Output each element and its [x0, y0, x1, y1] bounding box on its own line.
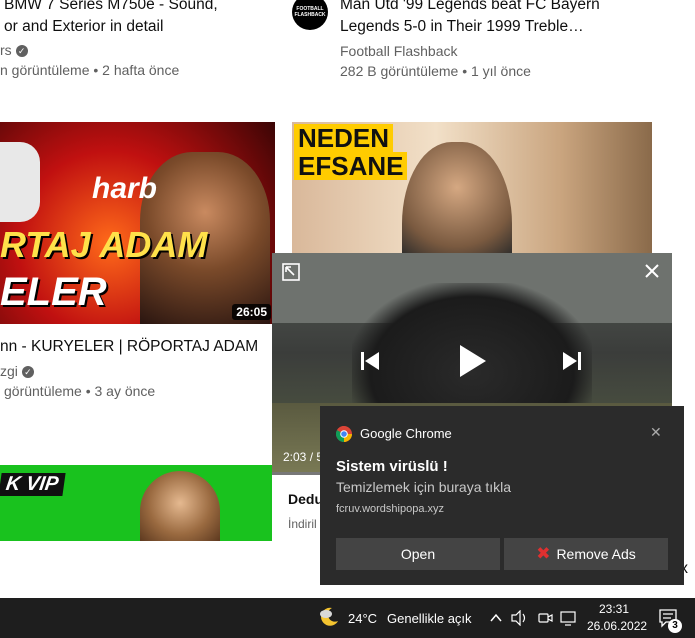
clock-date[interactable]: 26.06.2022: [587, 619, 647, 633]
video-meta: 282 B görüntüleme • 1 yıl önce: [340, 63, 531, 79]
thumbnail-helmet: [0, 142, 40, 222]
play-icon[interactable]: [458, 345, 488, 377]
channel-name[interactable]: Football Flashback: [340, 43, 670, 59]
video-card[interactable]: Man Utd '99 Legends beat FC Bayern Legen…: [340, 0, 670, 79]
clock-time[interactable]: 23:31: [599, 602, 629, 616]
remove-ads-button[interactable]: ✖ Remove Ads: [504, 538, 668, 570]
thumbnail-text: ELER: [0, 270, 107, 314]
notification-count-badge: 3: [668, 619, 682, 633]
channel-avatar[interactable]: FOOTBALL FLASHBACK: [292, 0, 328, 30]
mini-player-title[interactable]: Dedu: [288, 491, 323, 507]
video-thumbnail[interactable]: harb RTAJ ADAM ELER 26:05: [0, 122, 275, 324]
weather-temperature[interactable]: 24°C: [348, 611, 377, 626]
previous-icon[interactable]: [358, 349, 382, 373]
thumbnail-person: [140, 471, 220, 541]
video-duration: 26:05: [232, 304, 271, 320]
chrome-icon: [335, 426, 352, 442]
network-icon[interactable]: [560, 610, 578, 626]
thumbnail-badge: K VIP: [0, 473, 66, 496]
verified-icon: ✓: [15, 45, 28, 58]
taskbar: 24°C Genellikle açık 23:31 26.06.2022 3: [0, 598, 695, 638]
video-card[interactable]: BMW 7 Series M750e - Sound, or and Exter…: [0, 0, 280, 78]
remove-x-icon: ✖: [536, 544, 551, 563]
mini-player-channel: İndiril: [288, 517, 317, 531]
open-button[interactable]: Open: [336, 538, 500, 570]
notification-close-icon[interactable]: ✕: [650, 424, 662, 441]
weather-description[interactable]: Genellikle açık: [387, 611, 472, 626]
mini-player-time: 2:03 / 5: [283, 450, 324, 464]
thumbnail-text: harb: [92, 172, 158, 205]
volume-icon[interactable]: [511, 609, 529, 627]
next-icon[interactable]: [560, 349, 584, 373]
channel-name[interactable]: rs ✓: [0, 42, 280, 58]
thumbnail-text-box: EFSANE: [294, 152, 408, 180]
video-title-line2[interactable]: Legends 5-0 in Their 1999 Treble…: [340, 16, 670, 38]
channel-name[interactable]: zgi ✓: [0, 363, 280, 379]
close-icon[interactable]: [644, 263, 660, 279]
notification-title: Sistem virüslü !: [336, 458, 448, 475]
video-title-line2[interactable]: or and Exterior in detail: [4, 16, 280, 38]
video-meta: görüntüleme • 3 ay önce: [4, 383, 156, 399]
verified-icon: ✓: [21, 366, 34, 379]
video-card[interactable]: nn - KURYELER | RÖPORTAJ ADAM zgi ✓ görün…: [0, 336, 280, 399]
chevron-up-icon[interactable]: [489, 611, 503, 625]
video-thumbnail[interactable]: K VIP: [0, 465, 285, 541]
thumbnail-text-box: NEDEN: [294, 124, 394, 152]
notification-app-name: Google Chrome: [360, 426, 452, 441]
expand-icon[interactable]: [282, 263, 300, 281]
video-title[interactable]: Man Utd '99 Legends beat FC Bayern: [340, 0, 670, 16]
notification-source: fcruv.wordshipopa.xyz: [336, 503, 445, 515]
thumbnail-text: RTAJ ADAM: [0, 224, 208, 265]
video-title[interactable]: BMW 7 Series M750e - Sound,: [4, 0, 280, 16]
chrome-notification[interactable]: Google Chrome ✕ Sistem virüslü ! Temizle…: [320, 406, 684, 585]
notification-message: Temizlemek için buraya tıkla: [336, 479, 512, 495]
video-meta: n görüntüleme • 2 hafta önce: [0, 62, 180, 78]
video-title[interactable]: nn - KURYELER | RÖPORTAJ ADAM: [0, 336, 280, 358]
weather-moon-icon[interactable]: [318, 606, 340, 628]
meet-now-icon[interactable]: [537, 610, 553, 626]
